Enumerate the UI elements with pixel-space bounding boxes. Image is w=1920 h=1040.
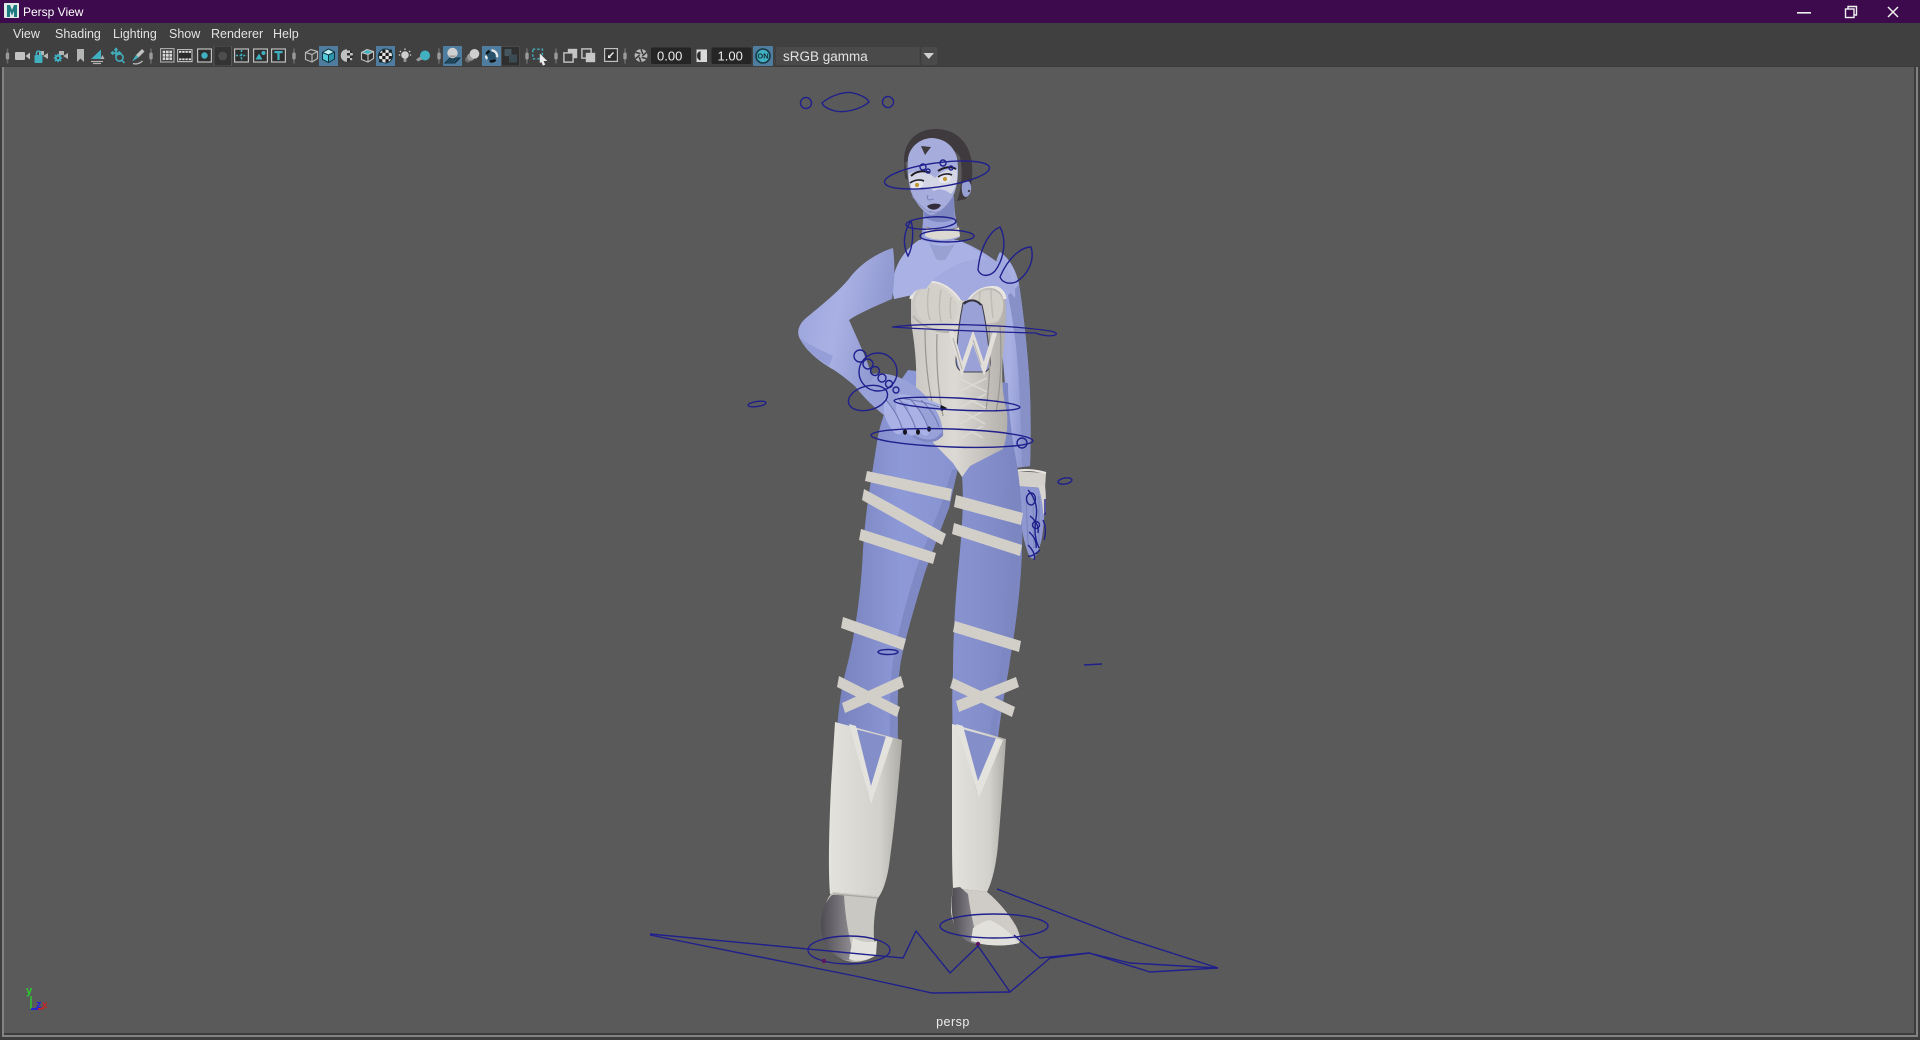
svg-text:x: x xyxy=(42,1000,48,1011)
svg-text:ON: ON xyxy=(757,52,768,61)
svg-text:sRGB gamma: sRGB gamma xyxy=(783,49,868,64)
svg-text:0.00: 0.00 xyxy=(657,49,682,64)
svg-text:y: y xyxy=(26,985,33,997)
svg-text:1.00: 1.00 xyxy=(718,49,743,64)
